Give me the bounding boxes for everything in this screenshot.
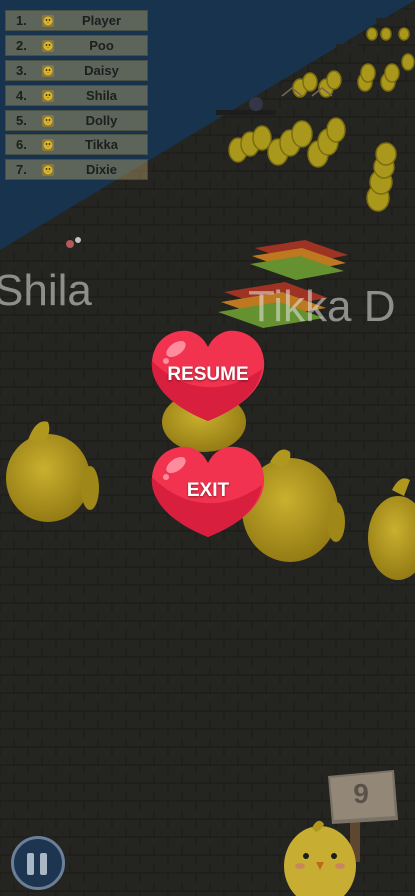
leaderboard-rank: 6. bbox=[16, 137, 27, 153]
leaderboard-row: 1. Player bbox=[5, 10, 148, 31]
leaderboard-row: 7. Dixie bbox=[5, 159, 148, 181]
signpost-number: 9 bbox=[353, 778, 369, 809]
chick-face-icon bbox=[42, 114, 54, 127]
exit-label: EXIT bbox=[186, 480, 230, 501]
world-label-tikka: Tikka D bbox=[248, 282, 396, 331]
leaderboard-name: Tikka bbox=[84, 137, 118, 153]
leaderboard-name: Shila bbox=[85, 87, 118, 103]
leaderboard-name: Poo bbox=[89, 37, 114, 53]
leaderboard-name: Dixie bbox=[85, 162, 118, 178]
leaderboard-name: Daisy bbox=[84, 62, 119, 78]
leaderboard-row: 4. Shila bbox=[5, 84, 148, 106]
leaderboard: 1. Player 2. Poo 3. Daisy 4. Shila 5. Dolly 6. Tikk… bbox=[5, 10, 148, 184]
leaderboard-rank: 7. bbox=[16, 162, 27, 178]
chick-face-icon bbox=[42, 139, 54, 152]
pause-icon-bar bbox=[40, 853, 47, 875]
leaderboard-rank: 1. bbox=[16, 13, 27, 28]
leaderboard-row: 2. Poo bbox=[5, 34, 148, 56]
chick-face-icon bbox=[42, 89, 54, 102]
chick-face-icon bbox=[42, 164, 54, 177]
pause-button[interactable] bbox=[11, 836, 65, 890]
leaderboard-rank: 5. bbox=[16, 112, 27, 128]
leaderboard-rank: 2. bbox=[16, 37, 27, 53]
leaderboard-name: Player bbox=[81, 13, 122, 28]
leaderboard-row: 3. Daisy bbox=[5, 59, 148, 81]
leaderboard-row: 5. Dolly bbox=[5, 109, 148, 131]
exit-button[interactable]: EXIT bbox=[150, 443, 266, 539]
chick-face-icon bbox=[42, 15, 54, 27]
world-label-shila: Shila bbox=[0, 266, 92, 315]
leaderboard-row: 6. Tikka bbox=[5, 134, 148, 156]
resume-label: RESUME bbox=[167, 364, 249, 385]
leaderboard-name: Dolly bbox=[85, 112, 118, 128]
leaderboard-rank: 3. bbox=[16, 62, 27, 78]
resume-button[interactable]: RESUME bbox=[150, 327, 266, 423]
pause-icon bbox=[27, 853, 34, 875]
chick-face-icon bbox=[42, 39, 54, 52]
chick-face-icon bbox=[42, 64, 54, 77]
leaderboard-rank: 4. bbox=[16, 87, 27, 103]
